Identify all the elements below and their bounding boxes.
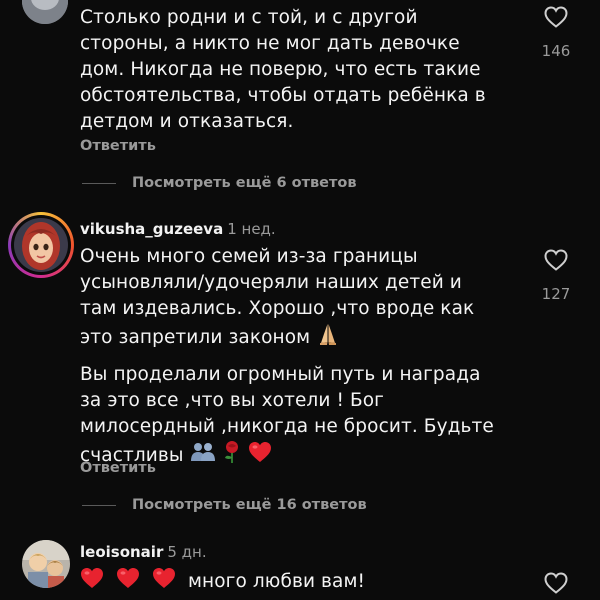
comment-line: Столько родни и с той, и с другой — [80, 7, 418, 28]
comment-line: усыновляли/удочеряли наших детей и — [80, 272, 462, 293]
comment-header: leoisonair 5 дн. — [80, 542, 207, 561]
view-replies-label: Посмотреть ещё 16 ответов — [132, 497, 367, 513]
reply-button[interactable]: Ответить — [80, 460, 156, 476]
comment-line: там издевались. Хорошо ,что вроде как — [80, 298, 475, 319]
red-heart-emoji — [152, 567, 176, 597]
comment-line: стороны, а никто не мог дать девочке — [80, 33, 460, 54]
timestamp: 5 дн. — [167, 543, 207, 561]
comment-line: много любви вам! — [187, 571, 366, 592]
red-heart-emoji — [80, 567, 104, 597]
comment-line: Очень много семей из-за границы — [80, 246, 418, 267]
username[interactable]: vikusha_guzeeva — [80, 220, 223, 238]
view-replies-label: Посмотреть ещё 6 ответов — [132, 175, 357, 191]
username[interactable]: leoisonair — [80, 543, 163, 561]
comment-text: много любви вам! — [80, 567, 365, 597]
comment-line: дом. Никогда не поверю, что есть такие — [80, 59, 481, 80]
timestamp: 1 нед. — [227, 220, 276, 238]
comment-text: Столько родни и с той, и с другой сторон… — [80, 5, 486, 135]
comment-line: милосердный ,никогда не бросит. Будьте — [80, 416, 494, 437]
comment-line: это запретили законом — [80, 322, 494, 354]
reply-button[interactable]: Ответить — [80, 138, 156, 154]
comment-header: vikusha_guzeeva 1 нед. — [80, 219, 276, 238]
view-replies-button[interactable]: Посмотреть ещё 16 ответов — [82, 497, 367, 513]
divider-line — [82, 182, 116, 184]
avatar[interactable] — [22, 0, 68, 24]
like-button[interactable] — [538, 572, 574, 598]
avatar[interactable] — [22, 540, 70, 588]
comment-line: за это все ,что вы хотели ! Бог — [80, 390, 384, 411]
folded-hands-emoji — [316, 322, 340, 354]
like-button[interactable] — [538, 6, 574, 32]
couple-emoji — [190, 441, 216, 471]
red-heart-emoji — [116, 567, 140, 597]
avatar[interactable] — [8, 212, 74, 278]
rose-emoji — [222, 440, 242, 472]
comment-line: детдом и отказаться. — [80, 111, 294, 132]
comment-line: Вы проделали огромный путь и награда — [80, 364, 481, 385]
red-heart-emoji — [248, 441, 272, 471]
comment-text: Очень много семей из-за границы усыновля… — [80, 244, 494, 472]
heart-outline-icon — [544, 249, 568, 271]
like-count: 146 — [541, 42, 571, 60]
heart-outline-icon — [544, 6, 568, 28]
comment-line: обстоятельства, чтобы отдать ребёнка в — [80, 85, 486, 106]
like-button[interactable] — [538, 249, 574, 275]
like-count: 127 — [541, 285, 571, 303]
view-replies-button[interactable]: Посмотреть ещё 6 ответов — [82, 175, 357, 191]
heart-outline-icon — [544, 572, 568, 594]
divider-line — [82, 504, 116, 506]
